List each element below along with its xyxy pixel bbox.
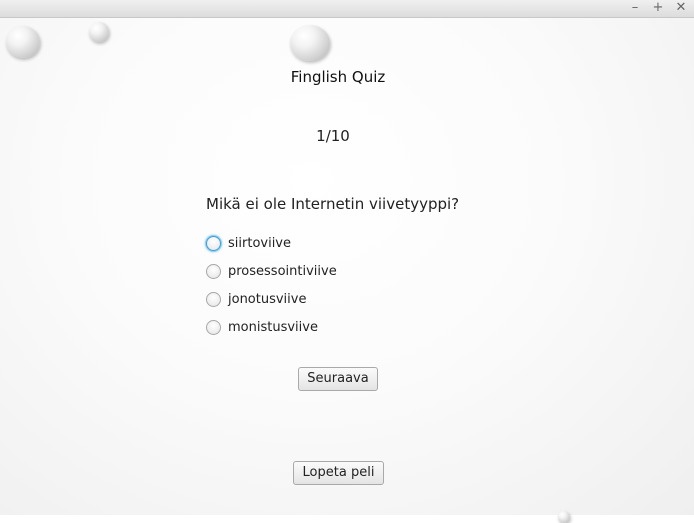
answer-option-label: siirtoviive — [228, 235, 292, 251]
minimize-icon[interactable]: – — [627, 0, 643, 16]
radio-button[interactable] — [206, 235, 221, 251]
question-text: Mikä ei ole Internetin viivetyyppi? — [206, 195, 460, 213]
answer-option-jonotusviive[interactable]: jonotusviive — [206, 290, 306, 308]
question-progress: 1/10 — [316, 127, 350, 145]
answer-option-prosessointiviive[interactable]: prosessointiviive — [206, 262, 337, 280]
quiz-window: – + ✕ Finglish Quiz 1/10 Mikä ei ole Int… — [0, 0, 694, 523]
answer-option-label: jonotusviive — [228, 291, 307, 307]
answer-option-siirtoviive[interactable]: siirtoviive — [206, 234, 291, 252]
quiz-title: Finglish Quiz — [290, 68, 386, 86]
answer-option-monistusviive[interactable]: monistusviive — [206, 318, 318, 336]
radio-button[interactable] — [206, 291, 221, 307]
close-icon[interactable]: ✕ — [673, 0, 689, 16]
water-drop-decoration — [290, 25, 330, 61]
water-drop-decoration — [89, 22, 109, 42]
quit-game-button[interactable]: Lopeta peli — [293, 461, 384, 485]
water-drop-decoration — [558, 511, 570, 523]
answer-option-label: prosessointiviive — [228, 263, 337, 279]
radio-button[interactable] — [206, 263, 221, 279]
radio-button[interactable] — [206, 319, 221, 335]
next-button[interactable]: Seuraava — [298, 367, 378, 391]
window-title-bar: – + ✕ — [0, 0, 694, 18]
maximize-icon[interactable]: + — [650, 0, 666, 16]
water-drop-decoration — [6, 26, 40, 58]
answer-option-label: monistusviive — [228, 319, 318, 335]
